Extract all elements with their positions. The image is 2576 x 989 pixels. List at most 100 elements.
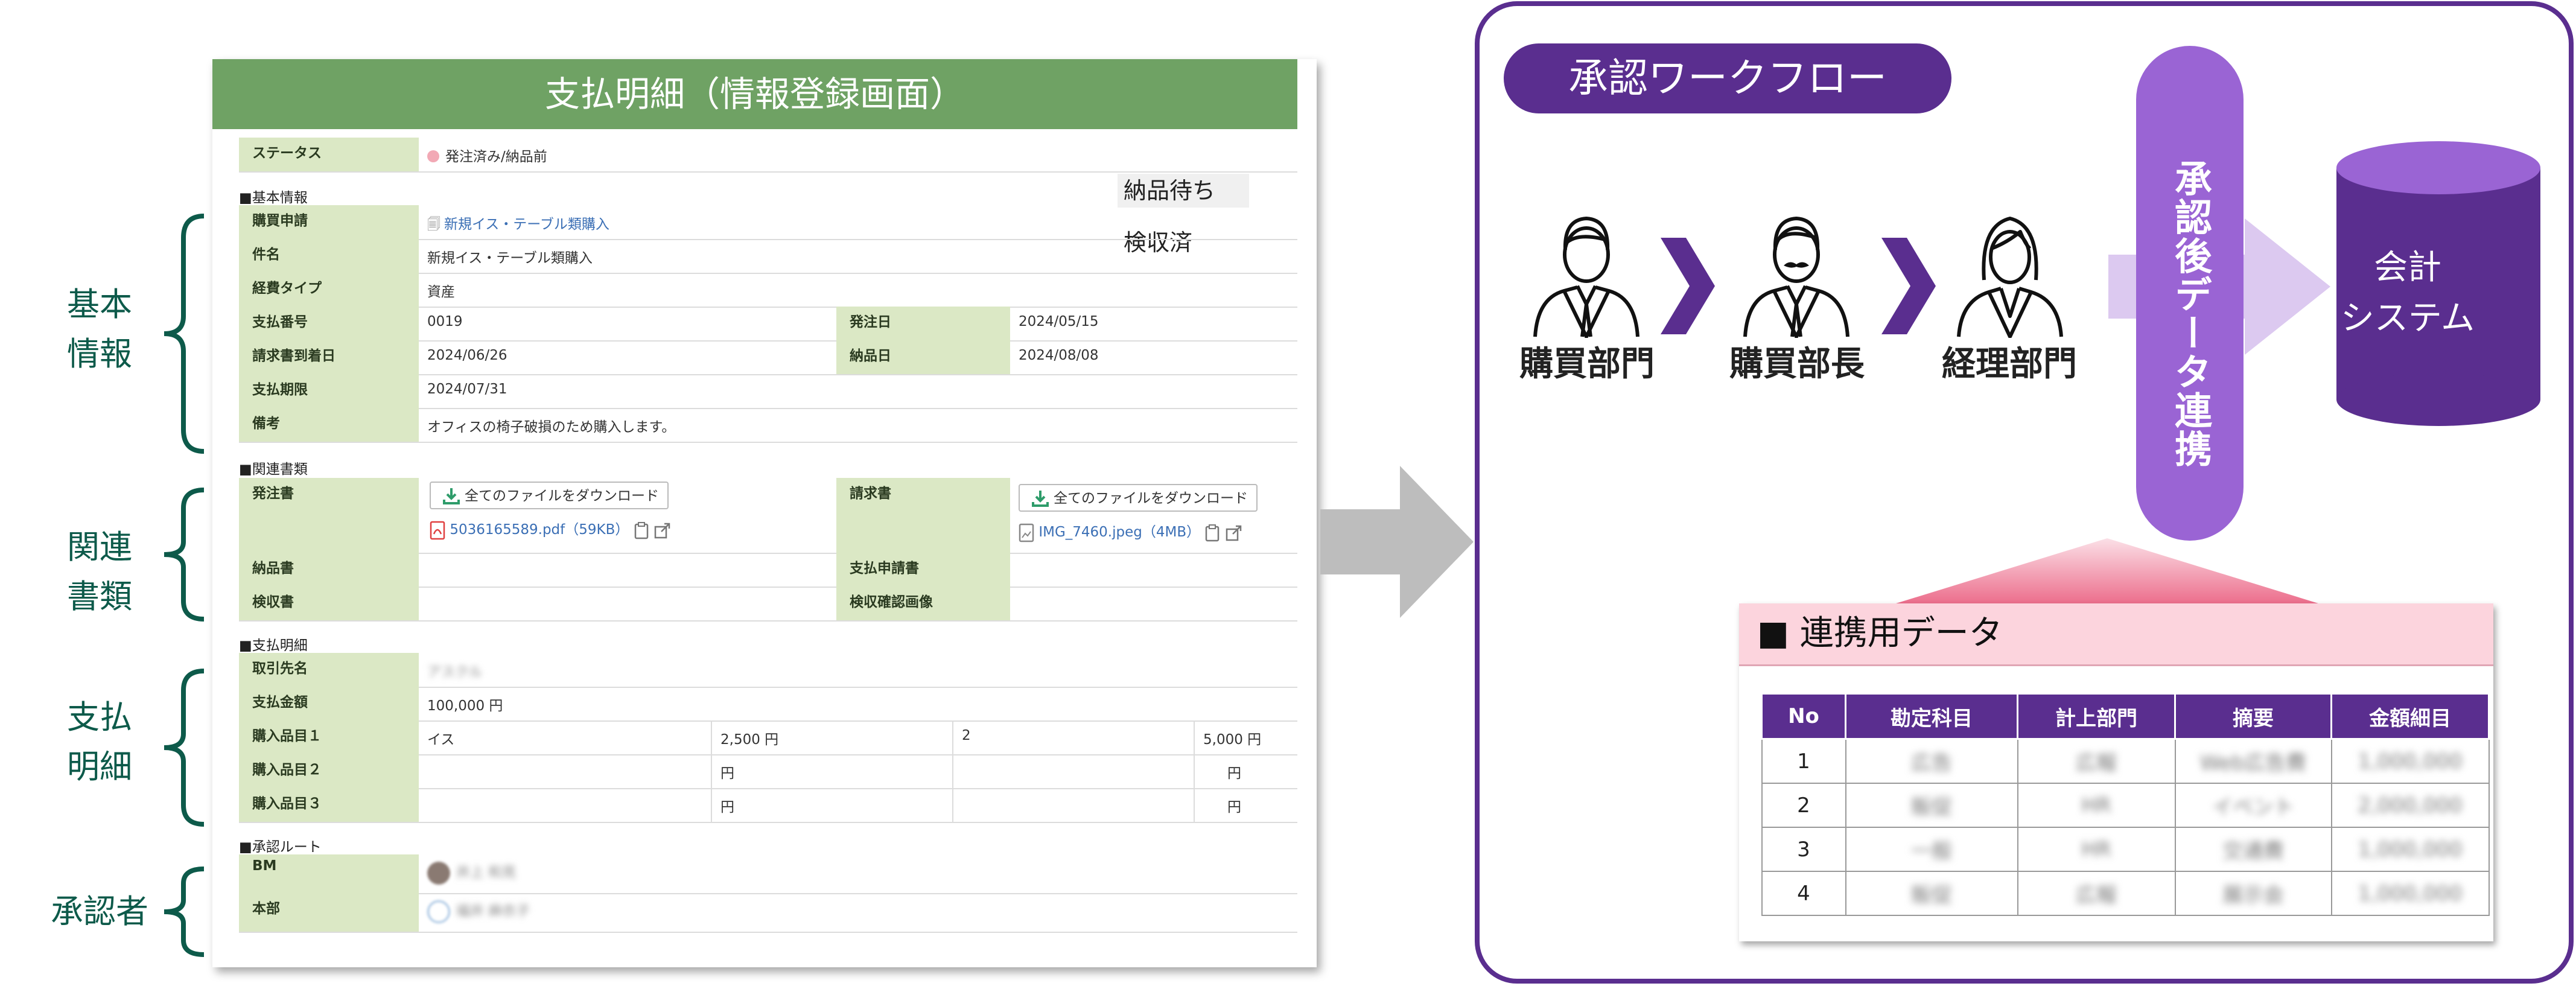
purchase-request-link[interactable]: 🗐 新規イス・テーブル類購入 (419, 205, 1083, 239)
cell-amount: 2,000,000 (2330, 783, 2490, 828)
cell-amount: 1,000,000 (2330, 827, 2490, 872)
approval-workflow-panel: 承認ワークフロー 購買部門 購買部長 経理部門 承認後データ連携 会計 システム… (1475, 1, 2574, 984)
annotation-related-docs: 関連 書類 (67, 528, 132, 615)
item-price[interactable]: 2,500 円 (712, 720, 953, 754)
order-doc-row: 発注書 全てのファイルをダウンロード 5036165589.pdf（59KB） … (239, 478, 1297, 554)
section-payment-details: ■支払明細 (239, 638, 308, 654)
status-option-delivery-wait[interactable]: 納品待ち (1118, 174, 1249, 208)
item-row: 購入品目２ 円 円 (239, 754, 1297, 789)
annotation-payment-details: 支払 明細 (67, 698, 132, 786)
cell-description: 展示会 (2174, 871, 2332, 916)
accounting-system-label: 会計 システム (2340, 248, 2475, 338)
vendor-value[interactable]: アスクル (419, 653, 482, 687)
annotation-approver: 承認者 (51, 892, 148, 930)
item-qty[interactable]: 2 (953, 720, 1195, 754)
download-all-invoice-button[interactable]: 全てのファイルをダウンロード (1019, 484, 1258, 512)
form-title: 支払明細（情報登録画面） (212, 59, 1297, 129)
cell-no: 1 (1761, 738, 1846, 784)
link-data-title: ■ 連携用データ (1739, 603, 2493, 666)
chevron-right-icon (1661, 238, 1715, 334)
order-doc-label: 発注書 (239, 478, 419, 553)
delivery-note-label: 納品書 (239, 553, 419, 587)
order-date-value[interactable]: 2024/05/15 (1010, 307, 1099, 340)
status-dot-icon (427, 150, 439, 162)
col-account: 勘定科目 (1845, 693, 2018, 740)
delivery-date-label: 納品日 (836, 340, 1010, 374)
expense-type-value[interactable]: 資産 (419, 273, 455, 307)
inspection-label: 検収書 (239, 587, 419, 620)
delivery-date-value[interactable]: 2024/08/08 (1010, 340, 1099, 374)
payment-no-value[interactable]: 0019 (419, 307, 463, 340)
person-mustache-icon (1743, 217, 1849, 338)
download-all-order-button[interactable]: 全てのファイルをダウンロード (430, 482, 669, 509)
share-icon[interactable] (654, 521, 672, 539)
hq-approver[interactable]: 福井 麻衣子 (419, 893, 530, 932)
invoice-arrival-value[interactable]: 2024/06/26 (419, 340, 507, 374)
cell-description: 交通費 (2174, 827, 2332, 872)
step-label-purchasing-manager: 購買部長 (1729, 345, 1865, 384)
item-name[interactable] (419, 788, 712, 822)
table-row: 2 販促 HR イベント 2,000,000 (1761, 783, 2490, 828)
cell-amount: 1,000,000 (2330, 871, 2490, 916)
person-icon (1533, 217, 1639, 338)
item-price[interactable]: 円 (712, 788, 953, 822)
expense-type-label: 経費タイプ (239, 273, 419, 307)
link-data-card: ■ 連携用データ No 勘定科目 計上部門 摘要 金額細目 1 広告 広報 We… (1739, 603, 2493, 941)
cell-amount: 1,000,000 (2330, 738, 2490, 784)
item-name[interactable] (419, 754, 712, 788)
clipboard-icon[interactable] (1204, 524, 1220, 542)
table-row: 4 販促 広報 展示会 1,000,000 (1761, 871, 2490, 916)
cell-department: HR (2017, 783, 2176, 828)
step-label-purchasing-dept: 購買部門 (1519, 345, 1655, 384)
brace-approver (164, 867, 205, 957)
cell-account: 販促 (1845, 783, 2018, 828)
link-data-table: No 勘定科目 計上部門 摘要 金額細目 1 広告 広報 Web広告費 1,00… (1761, 693, 2490, 916)
purchase-request-value: 新規イス・テーブル類購入 (444, 217, 609, 232)
col-department: 計上部門 (2017, 693, 2176, 740)
item-qty[interactable] (953, 754, 1195, 788)
download-icon (443, 488, 460, 504)
status-label: ステータス (239, 138, 419, 171)
document-search-icon: 🗐 (427, 217, 440, 232)
note-value[interactable]: オフィスの椅子破損のため購入します。 (419, 408, 675, 442)
hq-label: 本部 (239, 893, 419, 932)
item-qty[interactable] (953, 788, 1195, 822)
due-date-value[interactable]: 2024/07/31 (419, 374, 507, 408)
item-row: 購入品目１ イス 2,500 円 2 5,000 円 (239, 720, 1297, 755)
amount-value[interactable]: 100,000 円 (419, 687, 503, 720)
col-description: 摘要 (2174, 693, 2332, 740)
note-label: 備考 (239, 408, 419, 442)
cell-account: 販促 (1845, 871, 2018, 916)
item-total[interactable]: 5,000 円 (1195, 720, 1261, 754)
cell-no: 4 (1761, 871, 1846, 916)
subject-value[interactable]: 新規イス・テーブル類購入 (419, 239, 593, 273)
item-label: 購入品目３ (239, 788, 419, 822)
item-name[interactable]: イス (419, 720, 712, 754)
clipboard-icon[interactable] (634, 521, 649, 539)
invoice-file-link[interactable]: IMG_7460.jpeg（4MB） (1019, 520, 1243, 542)
item-total[interactable]: 円 (1219, 754, 1241, 788)
payment-no-row: 支払番号 0019 発注日 2024/05/15 (239, 307, 1297, 342)
item-price[interactable]: 円 (712, 754, 953, 788)
bm-approver-name: 井上 和見 (456, 865, 517, 880)
invoice-arrival-label: 請求書到着日 (239, 340, 419, 374)
pdf-icon (430, 521, 445, 539)
cell-description: イベント (2174, 783, 2332, 828)
hq-approver-name: 福井 麻衣子 (456, 903, 530, 919)
purchase-request-label: 購買申請 (239, 205, 419, 239)
chevron-right-icon (1881, 238, 1936, 334)
item-total[interactable]: 円 (1219, 788, 1241, 822)
order-file-link[interactable]: 5036165589.pdf（59KB） (430, 518, 672, 540)
cell-description: Web広告費 (2174, 738, 2332, 784)
share-icon[interactable] (1225, 524, 1243, 542)
cell-account: 一般 (1845, 827, 2018, 872)
cell-account: 広告 (1845, 738, 2018, 784)
brace-related (164, 488, 205, 622)
bm-approver[interactable]: 井上 和見 (419, 854, 516, 893)
cell-no: 2 (1761, 783, 1846, 828)
subject-label: 件名 (239, 239, 419, 273)
invoice-arrival-row: 請求書到着日 2024/06/26 納品日 2024/08/08 (239, 340, 1297, 375)
due-date-label: 支払期限 (239, 374, 419, 408)
status-value-cell[interactable]: 発注済み/納品前 (419, 138, 902, 171)
workflow-title: 承認ワークフロー (1504, 43, 1951, 113)
